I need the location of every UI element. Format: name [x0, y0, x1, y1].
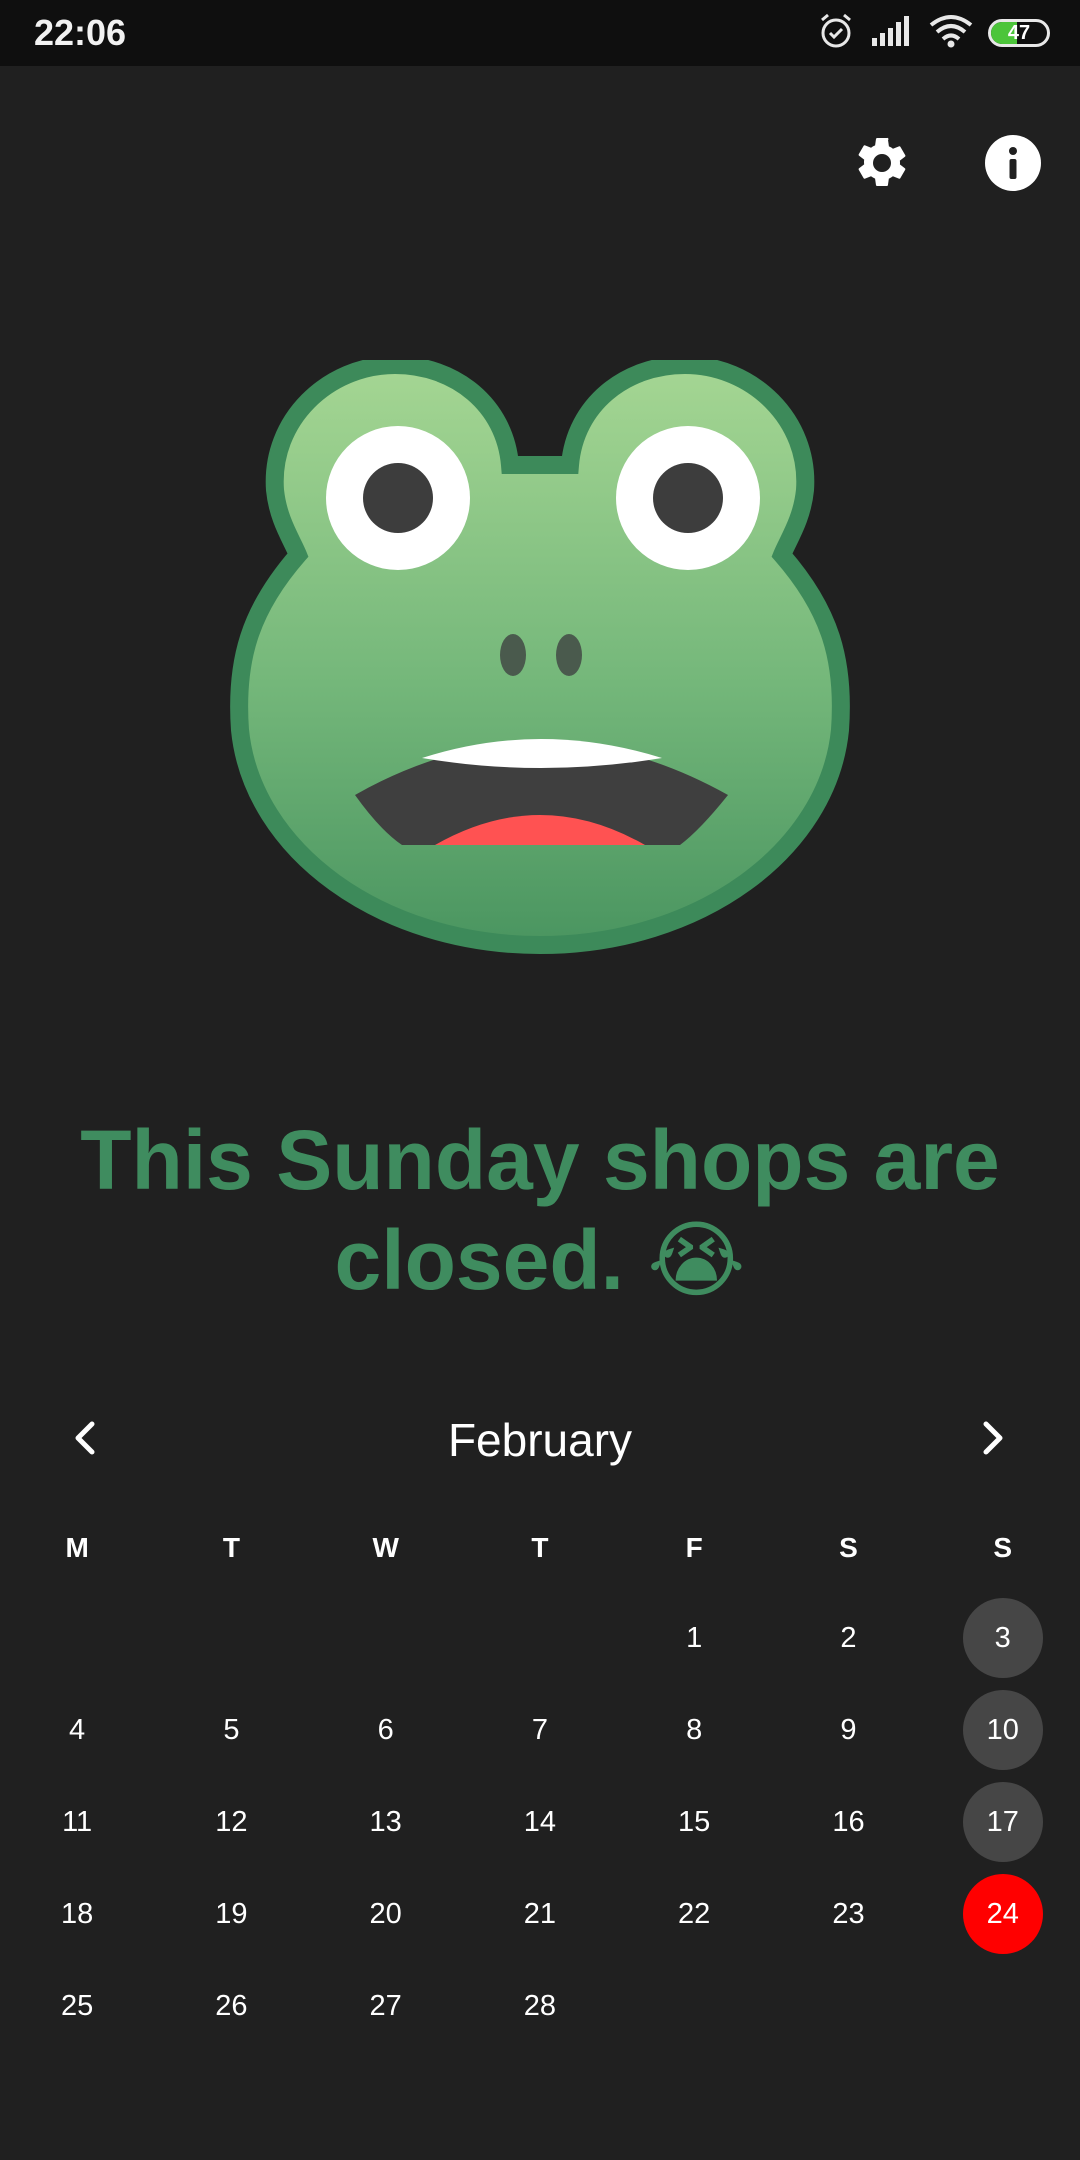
status-time: 22:06 [34, 12, 127, 53]
status-icons: 47 [816, 12, 1050, 54]
gear-icon [852, 133, 912, 198]
chevron-left-icon [66, 1418, 106, 1463]
day-cell: 15 [617, 1776, 771, 1868]
closed-message: This Sunday shops are closed. 😭 [80, 1113, 1000, 1307]
calendar-day[interactable]: 13 [346, 1782, 426, 1862]
day-cell: 1 [617, 1592, 771, 1684]
calendar-day[interactable]: 26 [191, 1966, 271, 2046]
calendar-day[interactable]: 1 [654, 1598, 734, 1678]
day-cell: 24 [926, 1868, 1080, 1960]
calendar-week-row: 11 12 13 14 15 16 17 [0, 1776, 1080, 1868]
weekday-label: F [685, 1532, 703, 1563]
day-cell [771, 1960, 925, 2052]
calendar-day[interactable]: 17 [962, 1782, 1043, 1862]
info-button[interactable] [980, 132, 1046, 198]
calendar-day[interactable]: 5 [191, 1690, 271, 1770]
selected-day[interactable]: 24 [962, 1874, 1043, 1954]
signal-icon [870, 14, 914, 53]
calendar-day[interactable]: 8 [654, 1690, 734, 1770]
day-cell: 8 [617, 1684, 771, 1776]
status-bar: 22:06 47 [0, 0, 1080, 66]
weekday-label: T [222, 1532, 240, 1563]
day-cell: 27 [309, 1960, 463, 2052]
calendar-day[interactable]: 27 [346, 1966, 426, 2046]
day-cell [309, 1592, 463, 1684]
weekday-label: M [65, 1532, 89, 1563]
calendar-day[interactable]: 7 [500, 1690, 580, 1770]
calendar-day[interactable]: 23 [808, 1874, 888, 1954]
wifi-icon [928, 13, 974, 54]
day-cell: 5 [154, 1684, 308, 1776]
calendar-day[interactable]: 22 [654, 1874, 734, 1954]
day-cell: 20 [309, 1868, 463, 1960]
calendar-day[interactable]: 15 [654, 1782, 734, 1862]
day-cell: 14 [463, 1776, 617, 1868]
day-cell: 16 [771, 1776, 925, 1868]
day-cell [0, 1592, 154, 1684]
calendar-day[interactable]: 3 [962, 1598, 1043, 1678]
day-cell: 28 [463, 1960, 617, 2052]
previous-month-button[interactable] [50, 1404, 122, 1476]
day-cell: 18 [0, 1868, 154, 1960]
calendar-day[interactable]: 12 [191, 1782, 271, 1862]
calendar-day[interactable]: 21 [500, 1874, 580, 1954]
weekday-label: T [531, 1532, 549, 1563]
day-cell: 26 [154, 1960, 308, 2052]
calendar-grid: 1 2 3 4 5 6 7 8 9 10 11 12 13 14 15 16 17 18 19 20 21 22 23 24 2… [0, 1592, 1080, 2052]
settings-button[interactable] [849, 132, 915, 198]
frog-face-illustration [230, 355, 850, 960]
calendar-day[interactable]: 2 [808, 1598, 888, 1678]
weekday-label: S [993, 1532, 1013, 1563]
chevron-right-icon [972, 1418, 1012, 1463]
weekday-label: S [839, 1532, 858, 1563]
day-cell [617, 1960, 771, 2052]
day-cell: 13 [309, 1776, 463, 1868]
day-cell: 10 [926, 1684, 1080, 1776]
day-cell: 21 [463, 1868, 617, 1960]
day-cell: 11 [0, 1776, 154, 1868]
calendar-week-row: 4 5 6 7 8 9 10 [0, 1684, 1080, 1776]
day-cell: 25 [0, 1960, 154, 2052]
calendar-day[interactable]: 9 [808, 1690, 888, 1770]
calendar-day[interactable]: 10 [962, 1690, 1043, 1770]
day-cell: 2 [771, 1592, 925, 1684]
weekday-header-row: MTWTFSS [0, 1520, 1080, 1576]
day-cell: 12 [154, 1776, 308, 1868]
calendar-week-row: 25 26 27 28 [0, 1960, 1080, 2052]
day-cell [463, 1592, 617, 1684]
calendar-week-row: 123 [0, 1592, 1080, 1684]
day-cell: 9 [771, 1684, 925, 1776]
weekday-label: W [372, 1532, 399, 1563]
day-cell: 17 [926, 1776, 1080, 1868]
next-month-button[interactable] [956, 1404, 1028, 1476]
calendar-day[interactable]: 14 [500, 1782, 580, 1862]
day-cell [926, 1960, 1080, 2052]
calendar-day[interactable]: 20 [346, 1874, 426, 1954]
day-cell: 6 [309, 1684, 463, 1776]
month-title: February [447, 1414, 633, 1466]
alarm-icon [816, 11, 856, 56]
calendar-day[interactable]: 25 [37, 1966, 117, 2046]
day-cell [154, 1592, 308, 1684]
calendar-header: February [0, 1400, 1080, 1480]
calendar-day[interactable]: 19 [191, 1874, 271, 1954]
day-cell: 3 [926, 1592, 1080, 1684]
day-cell: 7 [463, 1684, 617, 1776]
calendar-day[interactable]: 4 [37, 1690, 117, 1770]
calendar-day[interactable]: 28 [500, 1966, 580, 2046]
calendar-day[interactable]: 16 [808, 1782, 888, 1862]
calendar-day[interactable]: 18 [37, 1874, 117, 1954]
calendar-week-row: 18 19 20 21 22 23 24 [0, 1868, 1080, 1960]
battery-icon: 47 [988, 19, 1050, 47]
day-cell: 4 [0, 1684, 154, 1776]
calendar-day[interactable]: 11 [37, 1782, 117, 1862]
day-cell: 23 [771, 1868, 925, 1960]
battery-level: 47 [1007, 22, 1031, 44]
day-cell: 19 [154, 1868, 308, 1960]
calendar-day[interactable]: 6 [346, 1690, 426, 1770]
info-icon [984, 134, 1042, 197]
day-cell: 22 [617, 1868, 771, 1960]
